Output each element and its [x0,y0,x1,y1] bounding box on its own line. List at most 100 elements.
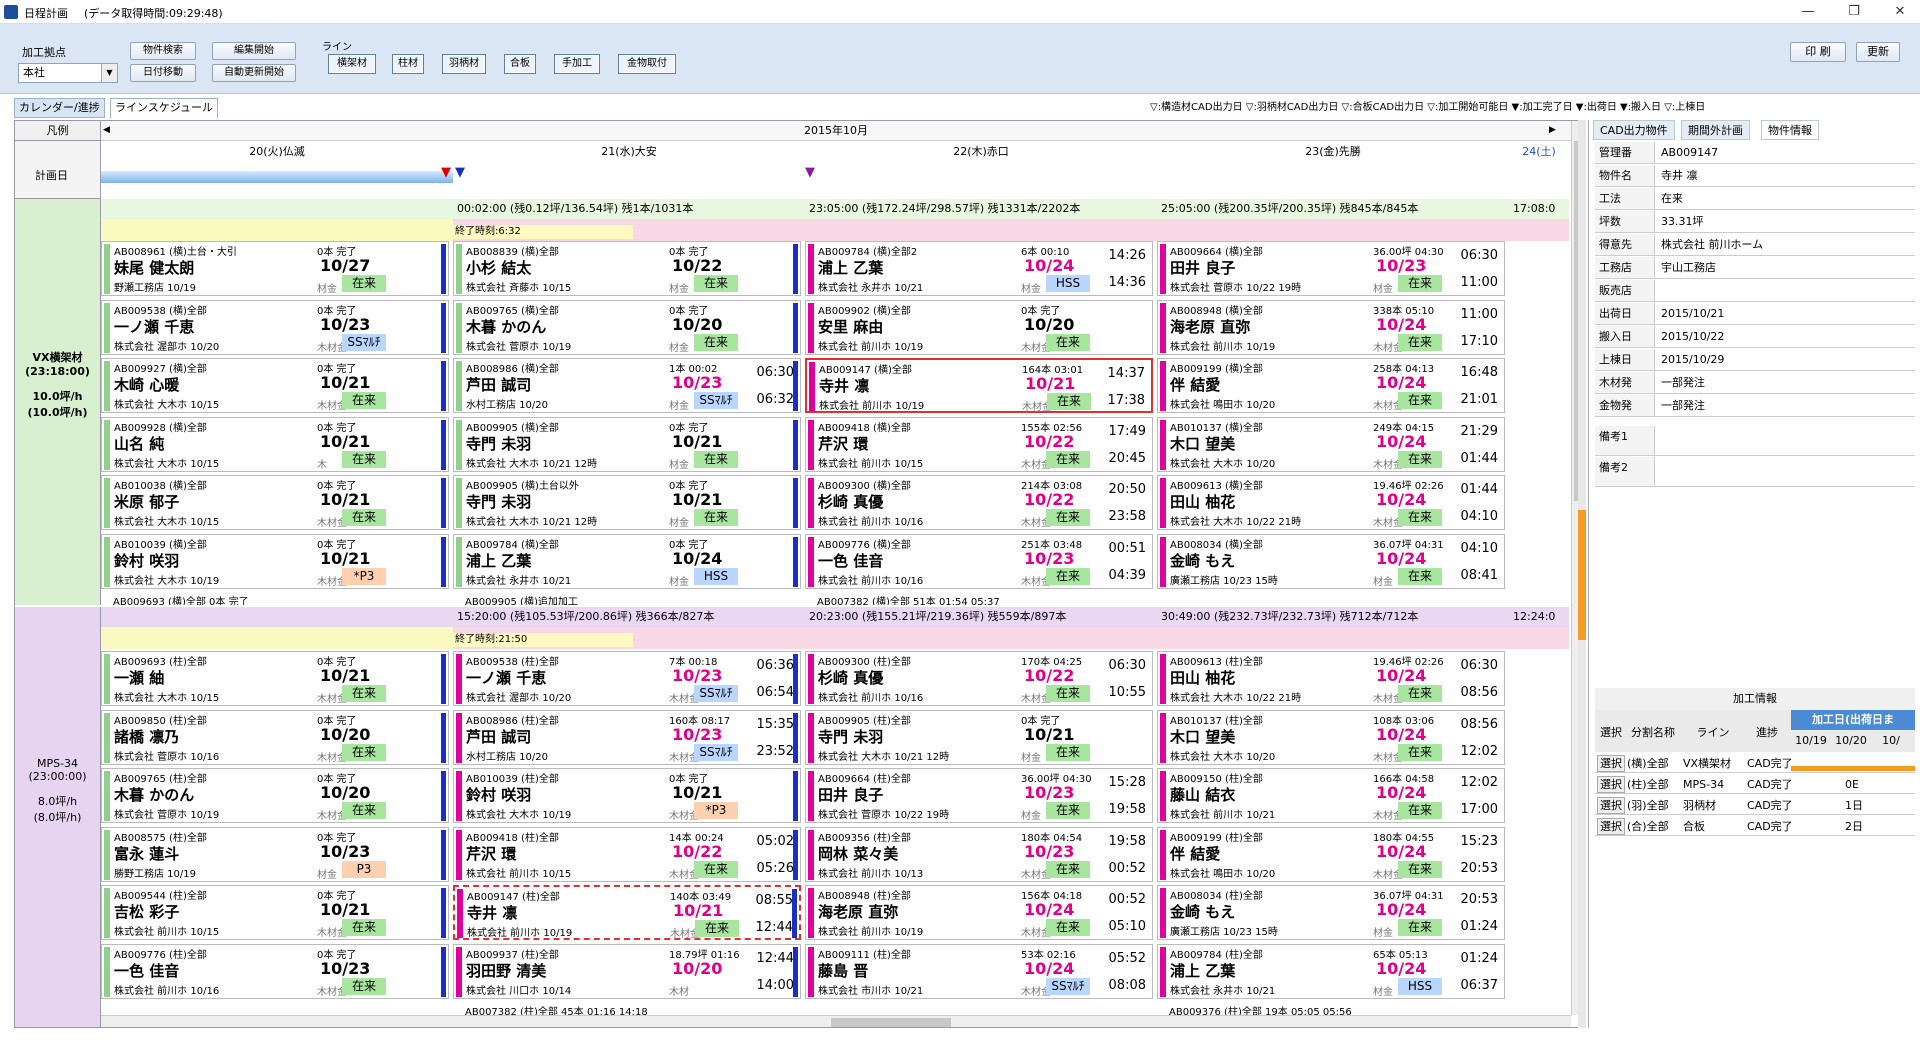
schedule-card[interactable]: AB009356 (柱)全部 180本 04:54 岡林 菜々美 10/23 株式会社 … [805,826,1153,882]
schedule-card[interactable]: AB010137 (横)全部 249本 04:15 木口 望美 10/24 株式会社 大… [1157,416,1505,472]
schedule-card[interactable]: AB009776 (柱)全部 0本 完了 一色 佳音 10/23 株式会社 前川ホ 10… [101,943,449,999]
schedule-card[interactable]: AB009613 (柱)全部 19.46坪 02:26 田山 柚花 10/24 株式会社… [1157,651,1505,706]
card-date: 10/23 [1024,548,1075,568]
card-customer: 海老原 直弥 [1170,317,1251,336]
schedule-card[interactable]: AB009784 (柱)全部 65本 05:13 浦上 乙葉 10/24 株式会社 永井… [1157,943,1505,999]
legend-header[interactable]: 凡例 [15,121,101,141]
site-select[interactable]: 本社 ▼ [18,63,118,83]
schedule-card[interactable]: AB009765 (柱)全部 0本 完了 木暮 かのん 10/20 株式会社 菅原ホ 1… [101,768,449,823]
schedule-card[interactable]: AB009664 (横)全部 36.00坪 04:30 田井 良子 10/23 株式会社… [1157,241,1505,296]
minimize-button[interactable]: — [1790,2,1826,22]
select-button[interactable]: 選択 [1597,776,1625,793]
schedule-card[interactable]: AB009147 (横)全部 164本 03:01 寺井 凛 10/21 株式会社 前川… [805,358,1153,413]
schedule-card[interactable]: AB009418 (横)全部 155本 02:56 芹沢 環 10/22 株式会社 前川… [805,416,1153,472]
schedule-card[interactable]: AB009664 (柱)全部 36.00坪 04:30 田井 良子 10/23 株式会社… [805,768,1153,823]
card-badge: 在来 [1398,919,1442,936]
partial-card[interactable]: AB009905 (横)追加加工 [465,593,578,605]
info-key: 工法 [1595,188,1655,209]
line-button-hashira[interactable]: 柱材 [392,54,424,74]
schedule-card[interactable]: AB010038 (横)全部 0本 完了 米原 郁子 10/21 株式会社 大木ホ 10… [101,475,449,530]
schedule-card[interactable]: AB009902 (横)全部 0本 完了 安里 麻由 10/20 株式会社 前川ホ 10… [805,299,1153,355]
schedule-card[interactable]: AB009776 (横)全部 251本 03:48 一色 佳音 10/23 株式会社 前… [805,533,1153,589]
schedule-card[interactable]: AB009928 (横)全部 0本 完了 山名 純 10/21 株式会社 大木ホ 10/… [101,416,449,472]
schedule-card[interactable]: AB009850 (柱)全部 0本 完了 諸橋 凛乃 10/20 株式会社 菅原ホ 10… [101,709,449,765]
right-panel: CAD出力物件 期間外計画 物件情報 管理番 AB009147 物件名 寺井 凛工法在… [1588,120,1920,1028]
line-button-yokakazai[interactable]: 横架材 [328,54,376,74]
select-button[interactable]: 選択 [1597,797,1625,814]
schedule-card[interactable]: AB009613 (横)全部 19.46坪 02:26 田山 柚花 10/24 株式会社… [1157,475,1505,530]
schedule-card[interactable]: AB009905 (横)全部 0本 完了 寺門 未羽 10/21 株式会社 大木ホ 10… [453,416,801,472]
edit-start-button[interactable]: 編集開始 [212,42,296,60]
partial-card[interactable]: AB007382 (柱)全部 45本 01:16 14:18 [465,1003,648,1015]
schedule-card[interactable]: AB009544 (柱)全部 0本 完了 吉松 彩子 10/21 株式会社 前川ホ 10… [101,885,449,940]
schedule-card[interactable]: AB008961 (横)土台・大引 0本 完了 妹尾 健太朗 10/27 野瀬工務店 1… [101,241,449,296]
splitter-handle[interactable] [1578,510,1586,640]
schedule-card[interactable]: AB009418 (柱)全部 14本 00:24 芹沢 環 10/22 株式会社 前川ホ… [453,826,801,882]
schedule-card[interactable]: AB009147 (柱)全部 140本 03:49 寺井 凛 10/21 株式会社 前川… [453,885,801,940]
card-id: AB009418 (柱)全部 [466,832,559,844]
scroll-right-icon[interactable]: ▶ [1549,125,1556,135]
partial-card[interactable]: AB007382 (横)全部 51本 01:54 05:37 [817,593,1000,605]
scrollbar-thumb[interactable] [831,1018,951,1027]
schedule-card[interactable]: AB009937 (柱)全部 18.79坪 01:16 羽田野 清美 10/20 株式会… [453,943,801,999]
schedule-card[interactable]: AB009905 (横)土台以外 0本 完了 寺門 未羽 10/21 株式会社 大木ホ … [453,475,801,530]
line-button-hagara[interactable]: 羽柄材 [442,54,486,74]
tab-line-schedule[interactable]: ラインスケジュール [110,98,219,118]
card-dealer: 廣瀬工務店 10/23 15時 [1170,575,1278,587]
select-button[interactable]: 選択 [1597,755,1625,772]
item-search-button[interactable]: 物件検索 [130,42,196,60]
close-button[interactable]: ✕ [1882,2,1918,22]
schedule-card[interactable]: AB010137 (柱)全部 108本 03:06 木口 望美 10/24 株式会社 大… [1157,709,1505,765]
schedule-card[interactable]: AB008034 (柱)全部 36.07坪 04:31 金崎 もえ 10/24 廣瀬工務… [1157,885,1505,940]
schedule-card[interactable]: AB008839 (横)全部 0本 完了 小杉 結太 10/22 株式会社 斉藤ホ 10… [453,241,801,296]
card-badge: 在来 [1398,567,1442,585]
schedule-card[interactable]: AB010039 (横)全部 0本 完了 鈴村 咲羽 10/21 株式会社 大木ホ 10… [101,533,449,589]
schedule-card[interactable]: AB009905 (柱)全部 0本 完了 寺門 未羽 10/21 株式会社 大木ホ 10… [805,709,1153,765]
scroll-left-icon[interactable]: ◀ [103,125,110,135]
schedule-card[interactable]: AB010039 (柱)全部 0本 完了 鈴村 咲羽 10/21 株式会社 大木ホ 10… [453,768,801,823]
status-bar [1160,829,1166,880]
print-button[interactable]: 印 刷 [1790,42,1846,62]
card-dealer: 株式会社 大木ホ 10/15 [114,400,220,411]
partial-card[interactable]: AB009693 (横)全部 0本 完了 [113,593,249,605]
card-id: AB009418 (横)全部 [818,422,911,434]
schedule-card[interactable]: AB008948 (横)全部 338本 05:10 海老原 直弥 10/24 株式会社 … [1157,299,1505,355]
schedule-card[interactable]: AB009199 (横)全部 258本 04:13 伴 結愛 10/24 株式会社 鳴田… [1157,358,1505,413]
schedule-card[interactable]: AB008034 (横)全部 36.07坪 04:31 金崎 もえ 10/24 廣瀬工務… [1157,533,1505,589]
schedule-card[interactable]: AB008575 (柱)全部 0本 完了 富永 蓮斗 10/23 勝野工務店 10/19… [101,826,449,882]
card-material: 材金 [1373,284,1393,295]
tab-out-of-period[interactable]: 期間外計画 [1681,120,1750,140]
schedule-card[interactable]: AB009765 (横)全部 0本 完了 木暮 かのん 10/20 株式会社 菅原ホ 1… [453,299,801,355]
marker-legend: ▽:構造材CAD出力日 ▽:羽柄材CAD出力日 ▽:合板CAD出力日 ▽:加工開… [1150,102,1706,113]
schedule-card[interactable]: AB009927 (横)全部 0本 完了 木崎 心暖 10/21 株式会社 大木ホ 10… [101,358,449,413]
tab-cad-output[interactable]: CAD出力物件 [1593,120,1675,140]
date-move-button[interactable]: 日付移動 [130,64,196,82]
schedule-card[interactable]: AB009538 (横)全部 0本 完了 一ノ瀬 千恵 10/23 株式会社 渥部ホ 1… [101,299,449,355]
maximize-button[interactable]: ❐ [1836,2,1872,22]
schedule-card[interactable]: AB009538 (柱)全部 7本 00:18 一ノ瀬 千恵 10/23 株式会社 渥部… [453,651,801,706]
schedule-card[interactable]: AB009693 (柱)全部 0本 完了 一瀬 紬 10/21 株式会社 大木ホ 10/… [101,651,449,706]
schedule-card[interactable]: AB009784 (横)全部 0本 完了 浦上 乙葉 10/24 株式会社 永井ホ 10… [453,533,801,589]
schedule-card[interactable]: AB009300 (柱)全部 170本 04:25 杉崎 真優 10/22 株式会社 前… [805,651,1153,706]
schedule-card[interactable]: AB009199 (柱)全部 180本 04:55 伴 結愛 10/24 株式会社 鳴田… [1157,826,1505,882]
schedule-card[interactable]: AB008948 (柱)全部 156本 04:18 海老原 直弥 10/24 株式会社 … [805,885,1153,940]
horizontal-scrollbar[interactable] [101,1015,1571,1027]
schedule-card[interactable]: AB008986 (柱)全部 160本 08:17 芦田 誠司 10/23 水村工務店 … [453,709,801,765]
line-button-gouhan[interactable]: 合板 [504,54,536,74]
schedule-card[interactable]: AB009111 (柱)全部 53本 02:16 藤島 晋 10/24 株式会社 市川ホ… [805,943,1153,999]
info-row: 出荷日 2015/10/21 [1595,303,1915,325]
partial-card[interactable]: AB009376 (柱)全部 19本 05:05 05:56 [1169,1003,1352,1015]
chevron-down-icon[interactable]: ▼ [101,64,117,82]
schedule-card[interactable]: AB009300 (横)全部 214本 03:08 杉崎 真優 10/22 株式会社 前… [805,475,1153,530]
tab-item-info[interactable]: 物件情報 [1761,120,1819,140]
select-button[interactable]: 選択 [1597,818,1625,835]
refresh-button[interactable]: 更新 [1856,42,1900,62]
schedule-card[interactable]: AB009784 (横)全部2 6本 00:10 浦上 乙葉 10/24 株式会社 永井… [805,241,1153,296]
auto-update-button[interactable]: 自動更新開始 [212,64,296,82]
tab-calendar[interactable]: カレンダー/進捗 [14,98,105,118]
schedule-card[interactable]: AB009150 (柱)全部 166本 04:58 藤山 結衣 10/24 株式会社 前… [1157,768,1505,823]
splitter[interactable] [1578,120,1586,1028]
schedule-card[interactable]: AB008986 (横)全部 1本 00:02 芦田 誠司 10/23 水村工務店 10… [453,358,801,413]
line-button-kanamono[interactable]: 金物取付 [618,54,676,74]
line-button-tekakou[interactable]: 手加工 [554,54,600,74]
